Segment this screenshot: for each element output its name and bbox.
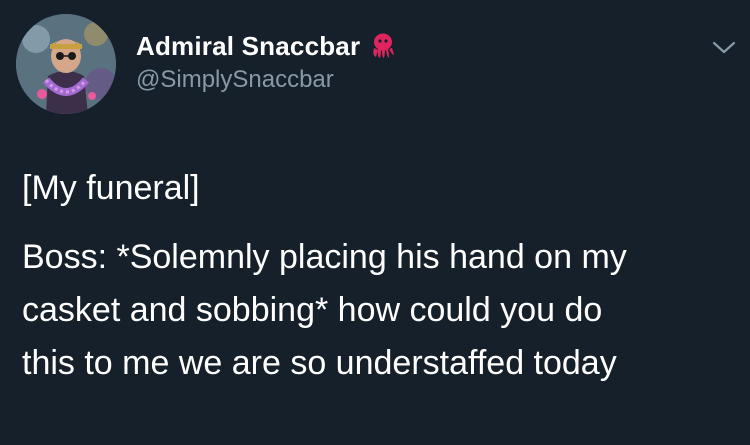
tweet-body-line: casket and sobbing* how could you do (22, 291, 603, 329)
chevron-down-icon[interactable] (712, 40, 736, 56)
avatar-image (16, 14, 116, 114)
octopus-icon (368, 31, 398, 61)
user-handle[interactable]: @SimplySnaccbar (136, 66, 398, 94)
author-block: Admiral Snaccbar @SimplySnaccbar (136, 30, 398, 94)
display-name-row: Admiral Snaccbar (136, 30, 398, 62)
avatar[interactable] (16, 14, 116, 114)
tweet-body: Boss: *Solemnly placing his hand on my c… (22, 231, 738, 390)
tweet-body-line: Boss: *Solemnly placing his hand on my (22, 238, 627, 276)
tweet-line-title: [My funeral] (22, 169, 200, 207)
tweet-text: [My funeral] Boss: *Solemnly placing his… (22, 162, 738, 390)
tweet-card: Admiral Snaccbar @SimplySnaccbar [My fun… (0, 0, 750, 445)
display-name[interactable]: Admiral Snaccbar (136, 31, 360, 62)
tweet-body-line: this to me we are so understaffed today (22, 344, 617, 382)
